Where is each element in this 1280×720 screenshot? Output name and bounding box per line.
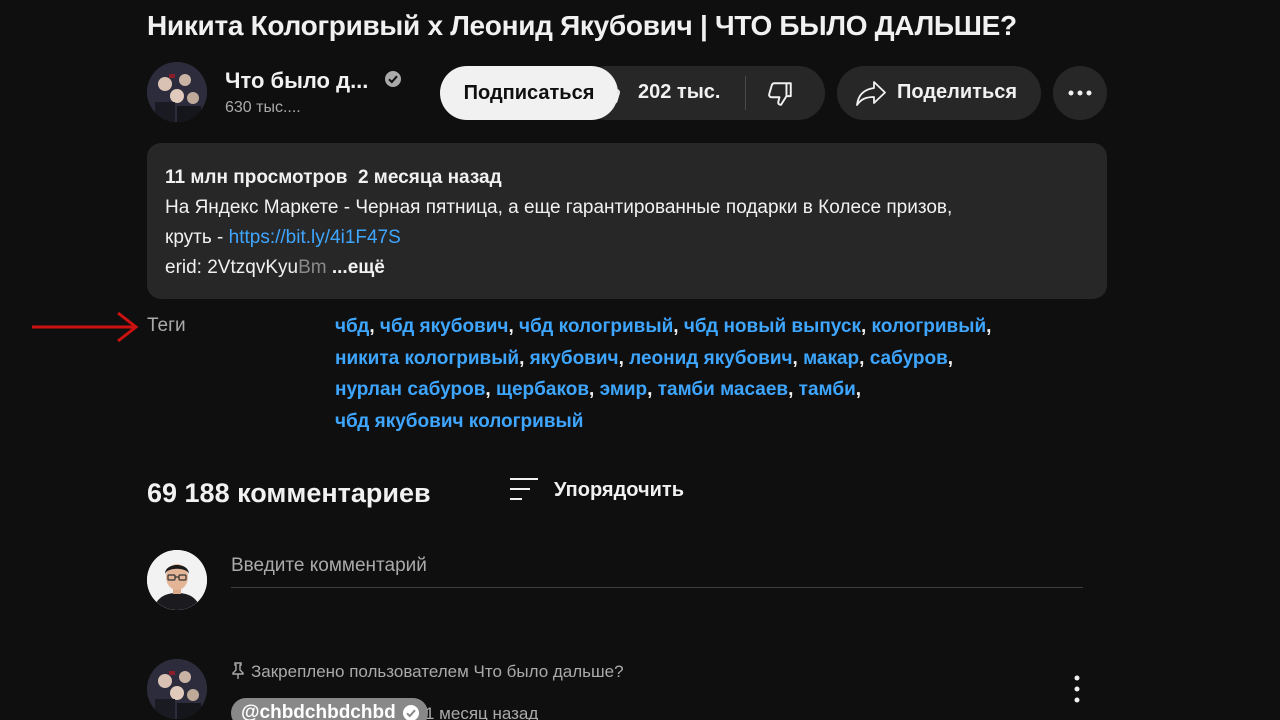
- share-button[interactable]: Поделиться: [837, 66, 1041, 120]
- comments-count: 69 188 комментариев: [147, 478, 431, 508]
- erid-fade-text: Bm: [298, 257, 327, 278]
- tag-link[interactable]: леонид якубович: [629, 348, 792, 369]
- tags-label: Теги: [147, 315, 186, 336]
- description-line: На Яндекс Маркете - Черная пятница, а ещ…: [165, 197, 953, 218]
- pinned-label: Закреплено пользователем Что было дальше…: [231, 662, 624, 682]
- description-line: erid: 2VtzqvKyuBm ...ещё: [165, 253, 1089, 283]
- tag-link[interactable]: тамби масаев: [658, 379, 788, 400]
- user-avatar[interactable]: [147, 550, 207, 610]
- subscriber-count: 630 тыс....: [225, 99, 301, 116]
- share-label: Поделиться: [897, 81, 1018, 103]
- subscribe-button[interactable]: Подписаться: [440, 66, 618, 120]
- description-meta: 11 млн просмотров 2 месяца назад: [165, 163, 1089, 193]
- like-count[interactable]: 202 тыс.: [638, 81, 720, 104]
- tag-link[interactable]: чбд новый выпуск: [684, 316, 861, 337]
- kebab-icon[interactable]: [1062, 672, 1092, 706]
- share-icon: [856, 81, 886, 106]
- view-count: 11 млн просмотров: [165, 167, 348, 188]
- description-line: круть - https://bit.ly/4i1F47S: [165, 223, 1089, 253]
- tag-link[interactable]: чбд якубович: [380, 316, 509, 337]
- channel-row: Что было д... 630 тыс.... 202 тыс. Подпи…: [147, 62, 1107, 122]
- red-arrow: [32, 311, 139, 343]
- tag-link[interactable]: чбд якубович кологривый: [335, 411, 583, 432]
- verified-icon: [402, 705, 419, 720]
- sort-icon[interactable]: [508, 475, 540, 503]
- tag-link[interactable]: эмир: [600, 379, 648, 400]
- verified-icon: [385, 71, 401, 87]
- tag-link[interactable]: макар: [803, 348, 859, 369]
- tag-link[interactable]: якубович: [530, 348, 619, 369]
- comment-author: @chbdchbdchbd: [241, 702, 396, 720]
- pin-icon: [232, 662, 244, 679]
- pinned-by-text: Закреплено пользователем Что было дальше…: [251, 662, 624, 681]
- comment-author-chip[interactable]: @chbdchbdchbd: [231, 698, 428, 720]
- description-box[interactable]: 11 млн просмотров 2 месяца назад На Янде…: [147, 143, 1107, 299]
- comment-input[interactable]: [231, 553, 1083, 588]
- tag-link[interactable]: нурлан сабуров: [335, 379, 485, 400]
- channel-avatar[interactable]: [147, 62, 207, 122]
- tag-link[interactable]: щербаков: [496, 379, 589, 400]
- channel-name[interactable]: Что было д...: [225, 68, 368, 94]
- pinned-comment-avatar[interactable]: [147, 659, 207, 719]
- tag-link[interactable]: никита кологривый: [335, 348, 519, 369]
- video-title: Никита Кологривый x Леонид Якубович | ЧТ…: [147, 10, 1017, 41]
- tags-list: чбд, чбд якубович, чбд кологривый, чбд н…: [335, 316, 992, 432]
- comment-time[interactable]: 1 месяц назад: [425, 704, 538, 720]
- tag-link[interactable]: сабуров: [870, 348, 948, 369]
- tag-link[interactable]: чбд: [335, 316, 369, 337]
- dislike-icon[interactable]: [766, 80, 794, 108]
- show-more-link[interactable]: ...ещё: [332, 257, 385, 278]
- description-text: круть -: [165, 227, 229, 248]
- tag-link[interactable]: чбд кологривый: [519, 316, 673, 337]
- more-icon: [1068, 90, 1092, 96]
- tag-link[interactable]: тамби: [799, 379, 856, 400]
- erid-text: erid: 2VtzqvKyu: [165, 257, 299, 278]
- like-divider: [745, 76, 746, 110]
- description-link[interactable]: https://bit.ly/4i1F47S: [229, 227, 401, 248]
- tag-link[interactable]: кологривый: [872, 316, 987, 337]
- upload-date: 2 месяца назад: [357, 167, 502, 188]
- more-actions-button[interactable]: [1053, 66, 1107, 120]
- sort-button[interactable]: Упорядочить: [554, 479, 684, 502]
